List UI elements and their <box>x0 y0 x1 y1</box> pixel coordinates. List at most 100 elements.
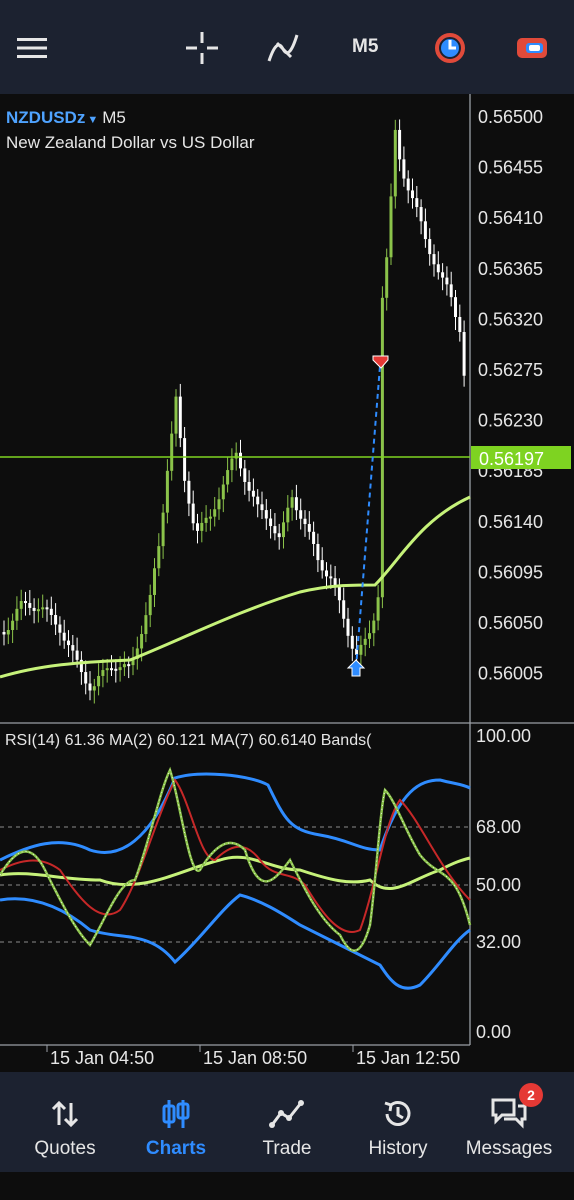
candle-body <box>423 221 427 240</box>
candle-body <box>110 668 113 671</box>
nav-label: Charts <box>145 1138 207 1159</box>
candle-body <box>191 503 195 524</box>
candle-body <box>406 178 410 191</box>
candle-body <box>320 560 324 571</box>
candle-body <box>36 609 40 612</box>
rsi-indicator-title[interactable]: RSI(14) 61.36 MA(2) 60.121 MA(7) 60.6140… <box>5 732 470 750</box>
indicators-icon[interactable] <box>263 26 307 70</box>
candle-body <box>462 332 466 376</box>
rsi-main-line <box>0 766 472 952</box>
price-chart[interactable]: 0.56500 0.56455 0.56410 0.56365 0.56320 0.562… <box>0 94 574 1072</box>
candle-body <box>359 644 363 655</box>
candle-body <box>140 634 144 649</box>
candle-body <box>105 668 109 671</box>
candle-body <box>88 683 92 691</box>
candle-body <box>204 517 208 523</box>
rsi-axis-label: 32.00 <box>476 932 521 952</box>
candle-body <box>221 484 225 500</box>
candle-body <box>389 196 393 258</box>
history-icon <box>341 1096 455 1132</box>
candle-body <box>449 284 453 298</box>
candle-body <box>144 615 148 635</box>
candle-body <box>436 264 440 273</box>
candle-body <box>445 277 449 285</box>
candle-body <box>282 522 285 538</box>
price-label: 0.56500 <box>478 107 543 127</box>
candle-body <box>19 601 23 609</box>
candle-body <box>45 607 49 610</box>
buy-arrow-icon <box>346 659 366 677</box>
crosshair-icon[interactable] <box>180 26 224 70</box>
nav-label: Quotes <box>34 1138 96 1159</box>
timeframe-icon[interactable] <box>430 26 470 70</box>
candle-body <box>41 607 45 610</box>
candle-body <box>32 607 36 611</box>
candle-body <box>432 254 436 265</box>
candle-body <box>312 531 316 544</box>
candle-body <box>269 518 273 527</box>
candle-body <box>256 496 260 505</box>
nav-history[interactable]: History <box>341 1072 455 1172</box>
candle-body <box>346 618 350 636</box>
nav-messages[interactable]: Messages 2 <box>452 1072 566 1172</box>
rsi-axis-label: 68.00 <box>476 817 521 837</box>
time-label: 15 Jan 08:50 <box>203 1048 307 1068</box>
candle-body <box>58 624 62 633</box>
chart-symbol[interactable]: NZDUSDz ▼ M5 <box>6 108 126 128</box>
candle-body <box>217 499 221 510</box>
rsi-axis-label: 0.00 <box>476 1022 511 1042</box>
candle-body <box>325 570 328 577</box>
rsi-lines <box>0 766 472 990</box>
symbol-dropdown-icon[interactable]: ▼ <box>87 114 98 126</box>
rsi-axis-label: 50.00 <box>476 875 521 895</box>
candle-body <box>342 600 346 619</box>
candle-body <box>75 650 79 660</box>
candle-body <box>170 433 174 471</box>
rsi-labels: 100.00 68.00 50.00 32.00 0.00 <box>476 726 531 1042</box>
candle-body <box>49 608 53 616</box>
candle-body <box>114 668 118 671</box>
candle-body <box>11 620 15 631</box>
price-label: 0.56320 <box>478 309 543 329</box>
time-labels: 15 Jan 04:50 15 Jan 08:50 15 Jan 12:50 <box>46 1045 460 1068</box>
nav-charts[interactable]: Charts <box>119 1072 233 1172</box>
candle-body <box>337 586 341 601</box>
candle-body <box>286 507 290 523</box>
candle-body <box>251 490 255 497</box>
candle-body <box>303 518 307 525</box>
one-click-trading-icon[interactable] <box>512 26 552 70</box>
price-label: 0.56230 <box>478 411 543 431</box>
timeframe-label[interactable]: M5 <box>352 36 378 58</box>
candle-body <box>294 497 298 511</box>
menu-icon[interactable] <box>10 26 54 70</box>
candle-body <box>92 686 96 691</box>
nav-trade[interactable]: Trade <box>230 1072 344 1172</box>
candle-body <box>230 458 234 471</box>
moving-average-line <box>0 495 471 679</box>
candle-body <box>411 190 414 199</box>
candle-body <box>2 632 6 635</box>
candle-body <box>213 509 217 517</box>
candle-body <box>157 546 161 569</box>
candle-body <box>368 633 371 639</box>
quotes-icon <box>8 1096 122 1132</box>
candle-body <box>101 670 105 676</box>
candle-body <box>363 638 367 645</box>
candle-body <box>148 594 152 616</box>
candle-body <box>6 630 10 635</box>
symbol-name[interactable]: NZDUSDz <box>6 108 85 127</box>
candle-body <box>71 645 75 651</box>
candle-body <box>62 632 66 641</box>
nav-label: History <box>368 1138 428 1159</box>
nav-quotes[interactable]: Quotes <box>8 1072 122 1172</box>
price-label: 0.56455 <box>478 158 543 178</box>
candle-body <box>187 480 191 504</box>
candle-body <box>350 635 354 649</box>
candle-body <box>84 672 88 684</box>
candle-body <box>196 523 199 531</box>
candle-body <box>24 601 27 604</box>
candle-body <box>153 568 156 595</box>
time-label: 15 Jan 12:50 <box>356 1048 460 1068</box>
price-label: 0.56095 <box>478 562 543 582</box>
price-label: 0.56410 <box>478 208 543 228</box>
